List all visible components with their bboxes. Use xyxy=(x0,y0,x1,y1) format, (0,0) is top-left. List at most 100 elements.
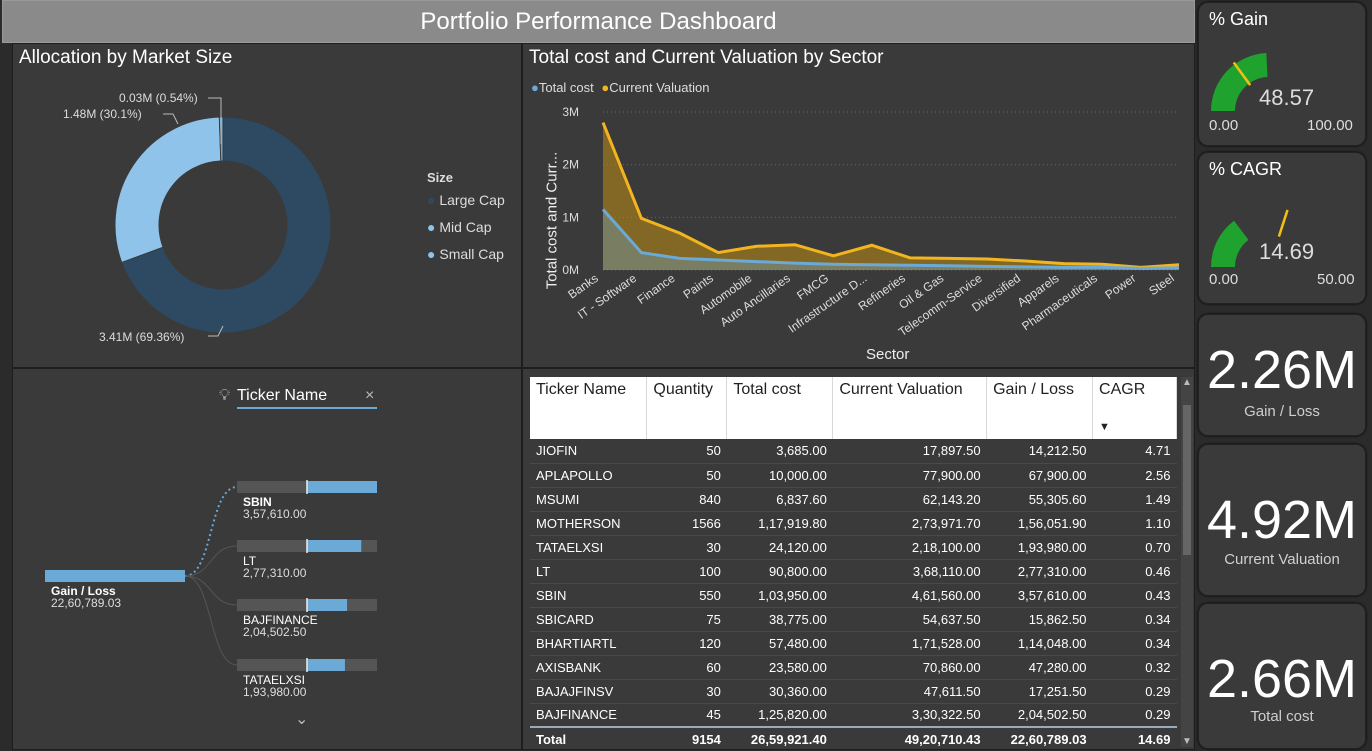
kpi-card-gain-loss[interactable]: 2.26M Gain / Loss xyxy=(1198,314,1366,436)
table-cell: 0.34 xyxy=(1092,607,1177,632)
table-cell: 62,143.20 xyxy=(832,487,987,512)
table-row[interactable]: BHARTIARTL 120 57,480.00 1,71,528.00 1,14,04… xyxy=(530,631,1177,656)
table-cell: 1566 xyxy=(646,511,727,536)
cagr-gauge-min: 0.00 xyxy=(1209,271,1239,288)
table-cell: APLAPOLLO xyxy=(530,463,647,488)
table-cell: 4.71 xyxy=(1092,439,1177,464)
table-cell: 550 xyxy=(646,583,727,608)
header-cagr[interactable]: CAGR ▼ xyxy=(1092,377,1177,439)
table-row[interactable]: SBICARD 75 38,775.00 54,637.50 15,862.50 0.34 xyxy=(530,607,1177,632)
sector-ylabel: Total cost and Curr... xyxy=(543,151,561,290)
table-cell: 14,212.50 xyxy=(986,439,1093,464)
table-cell: 840 xyxy=(646,487,727,512)
table-row[interactable]: AXISBANK 60 23,580.00 70,860.00 47,280.00 0.3… xyxy=(530,655,1177,680)
sort-desc-icon[interactable]: ▼ xyxy=(1099,421,1110,433)
table-cell: 67,900.00 xyxy=(986,463,1093,488)
node-bar-bajfinance[interactable] xyxy=(307,599,348,611)
header-gain-loss[interactable]: Gain / Loss xyxy=(986,377,1094,439)
table-row[interactable]: BAJAJFINSV 30 30,360.00 47,611.50 17,251.50 0… xyxy=(530,679,1177,704)
table-cell: 30 xyxy=(646,679,727,704)
table-cell: 17,251.50 xyxy=(986,679,1093,704)
kpi-gain-loss-value: 2.26M xyxy=(1206,340,1358,400)
page-title: Portfolio Performance Dashboard xyxy=(2,0,1195,43)
table-cell: BHARTIARTL xyxy=(530,631,647,656)
y-tick-label: 3M xyxy=(562,105,579,119)
table-cell: 47,280.00 xyxy=(986,655,1093,680)
total-cell: 14.69 xyxy=(1092,726,1177,751)
donut-slice-mid-cap[interactable] xyxy=(114,116,222,264)
table-cell: 1,56,051.90 xyxy=(986,511,1093,536)
table-cell: MOTHERSON xyxy=(530,511,647,536)
legend-item-mid-cap[interactable]: ● Mid Cap xyxy=(427,219,505,246)
header-current-valuation[interactable]: Current Valuation xyxy=(832,377,988,439)
table-scrollbar[interactable]: ▲ ▼ xyxy=(1181,377,1193,747)
cagr-gauge-max: 50.00 xyxy=(1317,271,1355,288)
table-cell: JIOFIN xyxy=(530,439,647,464)
tree-connector xyxy=(184,545,238,577)
table-row[interactable]: SBIN 550 1,03,950.00 4,61,560.00 3,57,610.00… xyxy=(530,583,1177,608)
table-cell: 50 xyxy=(646,463,727,488)
kpi-gain-loss-label: Gain / Loss xyxy=(1244,403,1320,420)
table-cell: 75 xyxy=(646,607,727,632)
x-tick-label: Steel xyxy=(1146,271,1176,298)
table-cell: 17,897.50 xyxy=(832,439,987,464)
table-cell: 0.32 xyxy=(1092,655,1177,680)
table-row[interactable]: JIOFIN 50 3,685.00 17,897.50 14,212.50 4.71 xyxy=(530,439,1177,464)
root-bar[interactable] xyxy=(45,570,185,582)
chevron-down-icon[interactable]: ⌄ xyxy=(295,709,308,729)
table-cell: 30,360.00 xyxy=(726,679,833,704)
table-row[interactable]: MSUMI 840 6,837.60 62,143.20 55,305.60 1.49 xyxy=(530,487,1177,512)
legend-item-large-cap[interactable]: ● Large Cap xyxy=(427,192,505,219)
header-total-cost[interactable]: Total cost xyxy=(726,377,834,439)
table-cell: 1,93,980.00 xyxy=(986,535,1093,560)
gain-gauge-card[interactable]: % Gain 48.57 0.00 100.00 xyxy=(1198,2,1366,146)
table-cell: 50 xyxy=(646,439,727,464)
table-row[interactable]: APLAPOLLO 50 10,000.00 77,900.00 67,900.00 2.… xyxy=(530,463,1177,488)
area-current-valuation xyxy=(603,122,1179,271)
table-cell: 0.70 xyxy=(1092,535,1177,560)
scrollbar-thumb[interactable] xyxy=(1183,405,1191,555)
node-bar-tataelxsi[interactable] xyxy=(307,659,345,671)
table-row[interactable]: BAJFINANCE 45 1,25,820.00 3,30,322.50 2,04,5… xyxy=(530,703,1177,728)
gain-gauge-min: 0.00 xyxy=(1209,117,1239,134)
header-quantity[interactable]: Quantity xyxy=(646,377,728,439)
node-bar-sbin[interactable] xyxy=(307,481,377,493)
kpi-current-valuation-value: 4.92M xyxy=(1206,490,1358,550)
table-row[interactable]: MOTHERSON 1566 1,17,919.80 2,73,971.70 1,56,… xyxy=(530,511,1177,536)
table-cell: 30 xyxy=(646,535,727,560)
holdings-table: Ticker Name Quantity Total cost Current … xyxy=(530,377,1177,751)
kpi-card-current-valuation[interactable]: 4.92M Current Valuation xyxy=(1198,444,1366,596)
cagr-gauge-card[interactable]: % CAGR 14.69 0.00 50.00 xyxy=(1198,152,1366,304)
table-cell: BAJAJFINSV xyxy=(530,679,647,704)
table-cell: 47,611.50 xyxy=(832,679,987,704)
donut-label-mid: 1.48M (30.1%) xyxy=(63,107,142,121)
header-ticker[interactable]: Ticker Name xyxy=(530,377,648,439)
table-cell: 10,000.00 xyxy=(726,463,833,488)
table-panel: Ticker Name Quantity Total cost Current … xyxy=(522,368,1195,751)
tree-connector xyxy=(184,575,238,606)
table-row[interactable]: LT 100 90,800.00 3,68,110.00 2,77,310.00 0.46 xyxy=(530,559,1177,584)
table-cell: 24,120.00 xyxy=(726,535,833,560)
table-cell: 1,03,950.00 xyxy=(726,583,833,608)
table-cell: SBICARD xyxy=(530,607,647,632)
legend-item-small-cap[interactable]: ● Small Cap xyxy=(427,246,505,273)
table-cell: 57,480.00 xyxy=(726,631,833,656)
table-cell: 1.10 xyxy=(1092,511,1177,536)
scroll-down-icon[interactable]: ▼ xyxy=(1182,736,1192,747)
table-cell: TATAELXSI xyxy=(530,535,647,560)
scroll-up-icon[interactable]: ▲ xyxy=(1182,377,1192,388)
table-cell: 0.43 xyxy=(1092,583,1177,608)
table-cell: 1,25,820.00 xyxy=(726,703,833,728)
node-bar-lt[interactable] xyxy=(307,540,362,552)
table-cell: 3,685.00 xyxy=(726,439,833,464)
header-cagr-label: CAGR xyxy=(1099,381,1146,398)
table-row[interactable]: TATAELXSI 30 24,120.00 2,18,100.00 1,93,980.… xyxy=(530,535,1177,560)
donut-label-small: 0.03M (0.54%) xyxy=(119,91,198,105)
kpi-card-total-cost[interactable]: 2.66M Total cost xyxy=(1198,603,1366,749)
table-cell: 3,68,110.00 xyxy=(832,559,987,584)
sector-area-chart[interactable]: 0M1M2M3MBanksIT - SoftwareFinance PaintsA… xyxy=(523,44,1196,369)
total-cell: 22,60,789.03 xyxy=(986,726,1093,751)
x-tick-label: Finance xyxy=(635,271,678,307)
table-cell: 2,18,100.00 xyxy=(832,535,987,560)
table-cell: 15,862.50 xyxy=(986,607,1093,632)
